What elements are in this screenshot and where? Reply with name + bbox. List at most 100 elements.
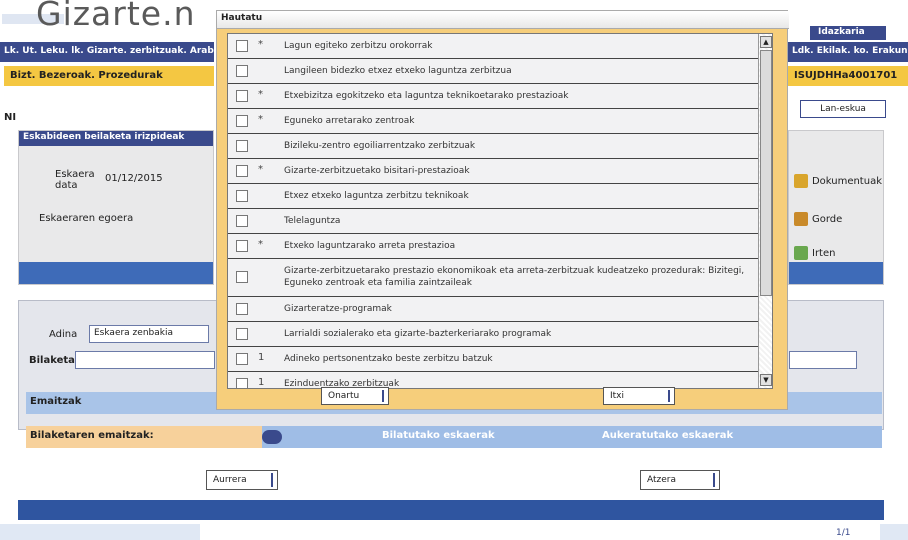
prev-button[interactable]: Aurrera <box>206 470 278 490</box>
checkbox[interactable] <box>236 303 248 315</box>
checkbox[interactable] <box>236 165 248 177</box>
checkbox[interactable] <box>236 115 248 127</box>
row-mark: * <box>258 39 263 50</box>
header-yellow-left: Bizt. Bezeroak. Prozedurak <box>4 66 214 86</box>
header-blue-left: Lk. Ut. Leku. lk. Gizarte. zerbitzuak. A… <box>0 42 214 62</box>
page-scroll[interactable] <box>880 524 908 540</box>
search-input-left[interactable] <box>75 351 215 369</box>
arrow-icon <box>668 390 670 402</box>
list-item[interactable]: 1 Adineko pertsonentzako beste zerbitzu … <box>228 347 758 372</box>
list-item[interactable]: Gizarte-zerbitzuetarako prestazio ekonom… <box>228 259 758 297</box>
row-mark: * <box>258 164 263 175</box>
results-header-bar: Bilaketaren emaitzak: Bilatutako eskaera… <box>26 426 882 448</box>
prev-label: Aurrera <box>213 475 247 485</box>
arrow-icon <box>271 473 273 487</box>
close-button[interactable]: Itxi <box>603 387 675 405</box>
checkbox[interactable] <box>236 140 248 152</box>
accept-button[interactable]: Onartu <box>321 387 389 405</box>
checkbox[interactable] <box>236 328 248 340</box>
list-item[interactable]: Larrialdi sozialerako eta gizarte-bazter… <box>228 322 758 347</box>
save-icon <box>794 212 808 226</box>
page-number: 1/1 <box>836 528 851 538</box>
date-label: Eskaera data <box>55 169 95 191</box>
exit-button[interactable]: Irten <box>790 242 882 264</box>
list-item[interactable]: Langileen bidezko etxez etxeko laguntza … <box>228 59 758 84</box>
next-button[interactable]: Atzera <box>640 470 720 490</box>
scroll-thumb[interactable] <box>760 50 772 296</box>
popup-title: Hautatu <box>217 11 789 29</box>
search-label: Bilaketa <box>29 355 75 366</box>
results-title: Bilaketaren emaitzak: <box>26 426 262 448</box>
row-mark: * <box>258 89 263 100</box>
age-label: Adina <box>49 329 78 340</box>
checkbox[interactable] <box>236 240 248 252</box>
close-label: Itxi <box>610 391 625 401</box>
list-item[interactable]: 1 Ezinduentzako zerbitzuak <box>228 372 758 388</box>
results-section-label: Emaitzak <box>30 396 82 407</box>
results-col-found: Bilatutako eskaerak <box>382 430 495 441</box>
row-mark: * <box>258 114 263 125</box>
actions-footer <box>789 262 883 284</box>
tab-lan-eskua[interactable]: Lan-eskua <box>800 100 886 118</box>
logo-text: Gizarte.n <box>36 0 196 33</box>
row-label: Adineko pertsonentzako beste zerbitzu ba… <box>284 354 493 364</box>
arrow-icon <box>382 390 384 402</box>
arrow-icon <box>713 473 715 487</box>
list-item[interactable]: * Etxebizitza egokitzeko eta laguntza te… <box>228 84 758 109</box>
criteria-panel: Eskabideen beilaketa irizpideak Eskaera … <box>18 130 214 285</box>
row-label: Etxez etxeko laguntza zerbitzu teknikoak <box>284 191 469 201</box>
save-button[interactable]: Gorde <box>790 208 882 230</box>
accept-label: Onartu <box>328 391 360 401</box>
row-mark: 1 <box>258 352 265 363</box>
list-item[interactable]: Gizarteratze-programak <box>228 297 758 322</box>
list-item[interactable]: * Eguneko arretarako zentroak <box>228 109 758 134</box>
popup-list: * Lagun egiteko zerbitzu orokorrak Langi… <box>227 33 773 389</box>
list-item[interactable]: Bizileku-zentro egoiliarrentzako zerbitz… <box>228 134 758 159</box>
row-label: Gizarte-zerbitzuetako bisitari-prestazio… <box>284 166 470 176</box>
checkbox[interactable] <box>236 90 248 102</box>
checkbox[interactable] <box>236 215 248 227</box>
checkbox[interactable] <box>236 271 248 283</box>
search-input-right[interactable] <box>789 351 857 369</box>
next-label: Atzera <box>647 475 677 485</box>
list-item[interactable]: * Gizarte-zerbitzuetako bisitari-prestaz… <box>228 159 758 184</box>
checkbox[interactable] <box>236 40 248 52</box>
row-label: Gizarte-zerbitzuetarako prestazio ekonom… <box>284 266 745 288</box>
site-logo: Gizarte.n <box>2 0 214 40</box>
row-label: Lagun egiteko zerbitzu orokorrak <box>284 41 433 51</box>
criteria-header: Eskabideen beilaketa irizpideak <box>19 131 213 146</box>
list-item[interactable]: * Lagun egiteko zerbitzu orokorrak <box>228 34 758 59</box>
scroll-down-icon[interactable]: ▼ <box>760 374 772 386</box>
row-label: Eguneko arretarako zentroak <box>284 116 415 126</box>
documents-button[interactable]: Dokumentuak <box>790 170 882 192</box>
row-label: Langileen bidezko etxez etxeko laguntza … <box>284 66 512 76</box>
row-label: Etxebizitza egokitzeko eta laguntza tekn… <box>284 91 569 101</box>
documents-label: Dokumentuak <box>811 175 882 187</box>
header-blue-right: Ldk. Ekilak. ko. Erakundea <box>788 42 908 62</box>
age-input[interactable]: Eskaera zenbakia <box>89 325 209 343</box>
list-item[interactable]: Etxez etxeko laguntza zerbitzu teknikoak <box>228 184 758 209</box>
row-label: Larrialdi sozialerako eta gizarte-bazter… <box>284 329 552 339</box>
checkbox[interactable] <box>236 353 248 365</box>
status-label: Eskaeraren egoera <box>39 213 134 224</box>
exit-label: Irten <box>812 247 836 259</box>
date-value[interactable]: 01/12/2015 <box>105 173 163 184</box>
checkbox[interactable] <box>236 190 248 202</box>
results-col-selected: Aukeratutako eskaerak <box>602 430 734 441</box>
checkbox[interactable] <box>236 65 248 77</box>
top-tab[interactable]: Idazkaria <box>810 26 886 40</box>
bottom-bar <box>18 500 884 520</box>
document-icon <box>794 174 808 188</box>
scroll-up-icon[interactable]: ▲ <box>760 36 772 48</box>
list-scrollbar[interactable]: ▲ ▼ <box>758 34 772 388</box>
header-yellow-right: ISUJDHHa4001701 <box>788 66 908 86</box>
list-item[interactable]: Telelaguntza <box>228 209 758 234</box>
checkbox[interactable] <box>236 378 248 388</box>
selection-popup: Hautatu * Lagun egiteko zerbitzu orokorr… <box>216 10 789 410</box>
footer-status <box>0 524 200 540</box>
collapse-icon[interactable] <box>262 430 282 444</box>
save-label: Gorde <box>812 213 843 225</box>
list-item[interactable]: * Etxeko laguntzarako arreta prestazioa <box>228 234 758 259</box>
row-label: Gizarteratze-programak <box>284 304 392 314</box>
exit-icon <box>794 246 808 260</box>
